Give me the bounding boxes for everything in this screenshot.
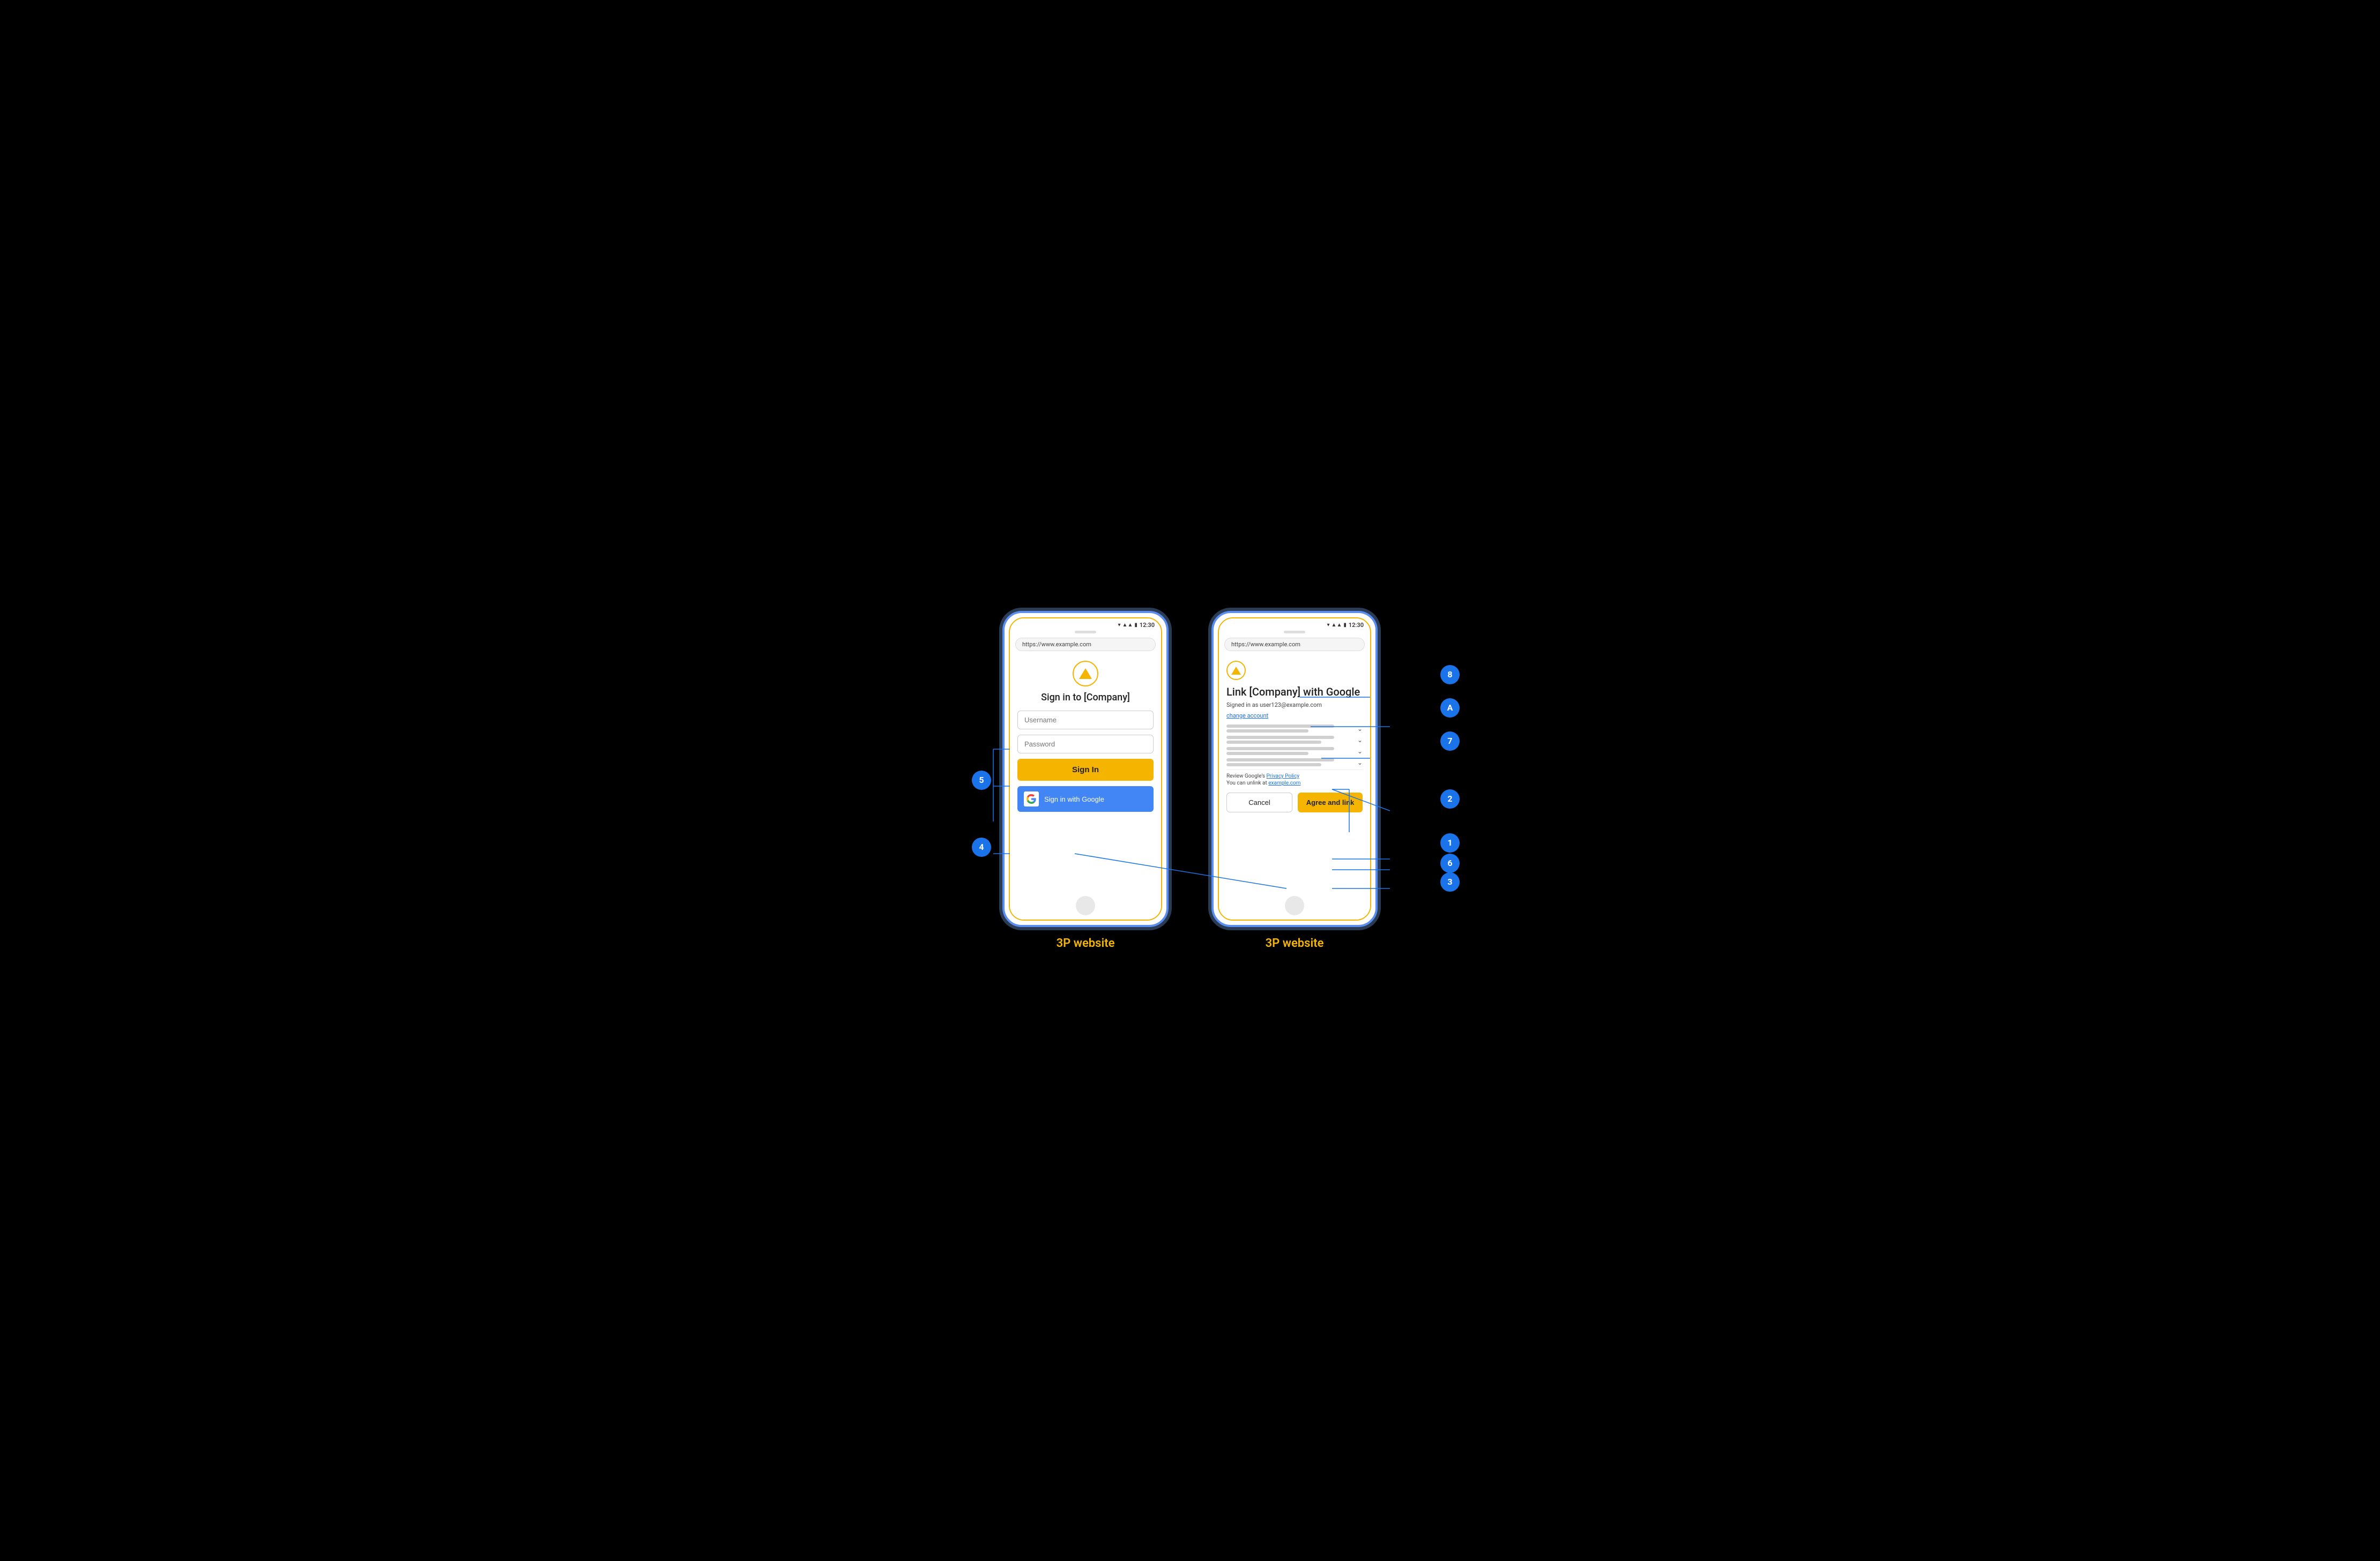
google-icon-wrap xyxy=(1024,791,1039,806)
left-home-button xyxy=(1076,896,1095,915)
chevron-2[interactable]: ⌄ xyxy=(1357,736,1363,744)
left-logo-circle xyxy=(1073,661,1098,686)
annotation-bubble-8: 8 xyxy=(1440,665,1460,684)
annotation-bubble-2: 2 xyxy=(1440,789,1460,809)
left-status-icons: ▾ ▲▲ ▮ xyxy=(1118,622,1137,628)
right-home-button-wrap xyxy=(1219,892,1370,920)
right-signal-icon: ▲▲ xyxy=(1332,622,1342,628)
permission-row-1: ⌄ xyxy=(1226,725,1363,733)
google-signin-button[interactable]: Sign in with Google xyxy=(1017,786,1154,812)
right-phone: ▾ ▲▲ ▮ 12:30 https://www.example.com xyxy=(1211,611,1378,927)
right-battery-icon: ▮ xyxy=(1343,622,1347,628)
unlink-link[interactable]: example.com xyxy=(1268,780,1300,786)
right-url-bar-wrap: https://www.example.com xyxy=(1219,636,1370,654)
left-status-time: 12:30 xyxy=(1140,622,1155,629)
privacy-policy-link[interactable]: Privacy Policy xyxy=(1266,773,1299,779)
chevron-3[interactable]: ⌄ xyxy=(1357,748,1363,755)
left-phone-label: 3P website xyxy=(1057,937,1115,950)
perm-lines-1 xyxy=(1226,725,1353,733)
right-status-icons: ▾ ▲▲ ▮ xyxy=(1327,622,1347,628)
left-signin-title: Sign in to [Company] xyxy=(1017,692,1154,703)
annotation-bubble-1: 1 xyxy=(1440,833,1460,853)
perm-lines-4 xyxy=(1226,758,1353,766)
permission-row-3: ⌄ xyxy=(1226,747,1363,755)
right-status-bar: ▾ ▲▲ ▮ 12:30 xyxy=(1219,618,1370,630)
right-phone-label: 3P website xyxy=(1266,937,1324,950)
left-url-bar[interactable]: https://www.example.com xyxy=(1015,638,1156,651)
perm-line-1a xyxy=(1226,725,1334,728)
left-logo-triangle xyxy=(1079,668,1092,679)
annotation-bubble-6: 6 xyxy=(1440,854,1460,873)
perm-line-3a xyxy=(1226,747,1334,750)
chevron-1[interactable]: ⌄ xyxy=(1357,725,1363,733)
password-input[interactable] xyxy=(1017,735,1154,753)
perm-line-4b xyxy=(1226,763,1321,766)
left-speaker-bar xyxy=(1010,630,1161,636)
battery-icon: ▮ xyxy=(1134,622,1137,628)
google-signin-label: Sign in with Google xyxy=(1044,795,1104,803)
annotation-bubble-4: 4 xyxy=(972,838,991,857)
left-url-bar-wrap: https://www.example.com xyxy=(1010,636,1161,654)
right-signed-in-text: Signed in as user123@example.com xyxy=(1226,701,1363,708)
action-buttons: Cancel Agree and link xyxy=(1226,793,1363,812)
left-status-bar: ▾ ▲▲ ▮ 12:30 xyxy=(1010,618,1161,630)
right-phone-inner: ▾ ▲▲ ▮ 12:30 https://www.example.com xyxy=(1218,617,1371,921)
annotation-bubble-3: 3 xyxy=(1440,872,1460,892)
wifi-icon: ▾ xyxy=(1118,622,1121,628)
username-input[interactable] xyxy=(1017,711,1154,729)
perm-lines-2 xyxy=(1226,736,1353,744)
perm-line-2b xyxy=(1226,741,1321,744)
chevron-4[interactable]: ⌄ xyxy=(1357,759,1363,766)
right-speaker xyxy=(1284,631,1305,633)
perm-line-4a xyxy=(1226,758,1334,761)
perm-line-2a xyxy=(1226,736,1334,739)
annotation-bubble-5: 5 xyxy=(972,771,991,790)
permission-row-2: ⌄ xyxy=(1226,736,1363,744)
right-wifi-icon: ▾ xyxy=(1327,622,1330,628)
signal-icon: ▲▲ xyxy=(1122,622,1133,628)
privacy-text: Review Google's Privacy Policy xyxy=(1226,773,1363,779)
perm-line-3b xyxy=(1226,752,1308,755)
left-phone-inner: ▾ ▲▲ ▮ 12:30 https://www.example.com xyxy=(1009,617,1162,921)
right-phone-content: Link [Company] with Google Signed in as … xyxy=(1219,654,1370,892)
left-phone-section: ▾ ▲▲ ▮ 12:30 https://www.example.com xyxy=(1002,611,1169,950)
annotation-bubble-7: 7 xyxy=(1440,731,1460,751)
perm-lines-3 xyxy=(1226,747,1353,755)
right-link-title: Link [Company] with Google xyxy=(1226,685,1363,698)
right-url-bar[interactable]: https://www.example.com xyxy=(1224,638,1365,651)
right-logo-circle xyxy=(1226,661,1246,680)
perm-line-1b xyxy=(1226,729,1308,733)
right-home-button xyxy=(1285,896,1304,915)
change-account-link[interactable]: change account xyxy=(1226,712,1268,719)
left-company-logo xyxy=(1017,661,1154,686)
unlink-text: You can unlink at example.com xyxy=(1226,780,1363,786)
left-phone: ▾ ▲▲ ▮ 12:30 https://www.example.com xyxy=(1002,611,1169,927)
google-g-icon xyxy=(1027,794,1036,804)
left-speaker xyxy=(1075,631,1096,633)
right-logo-triangle xyxy=(1231,667,1241,675)
annotation-bubble-A: A xyxy=(1440,698,1460,718)
agree-and-link-button[interactable]: Agree and link xyxy=(1298,793,1363,812)
left-home-button-wrap xyxy=(1010,892,1161,920)
cancel-button[interactable]: Cancel xyxy=(1226,793,1292,812)
right-status-time: 12:30 xyxy=(1349,622,1364,629)
right-company-logo xyxy=(1226,661,1363,680)
permission-row-4: ⌄ xyxy=(1226,758,1363,766)
left-phone-content: Sign in to [Company] Sign In xyxy=(1010,654,1161,892)
diagram-container: ▾ ▲▲ ▮ 12:30 https://www.example.com xyxy=(892,586,1488,976)
signin-button[interactable]: Sign In xyxy=(1017,759,1154,781)
right-phone-section: ▾ ▲▲ ▮ 12:30 https://www.example.com xyxy=(1211,611,1378,950)
right-speaker-bar xyxy=(1219,630,1370,636)
